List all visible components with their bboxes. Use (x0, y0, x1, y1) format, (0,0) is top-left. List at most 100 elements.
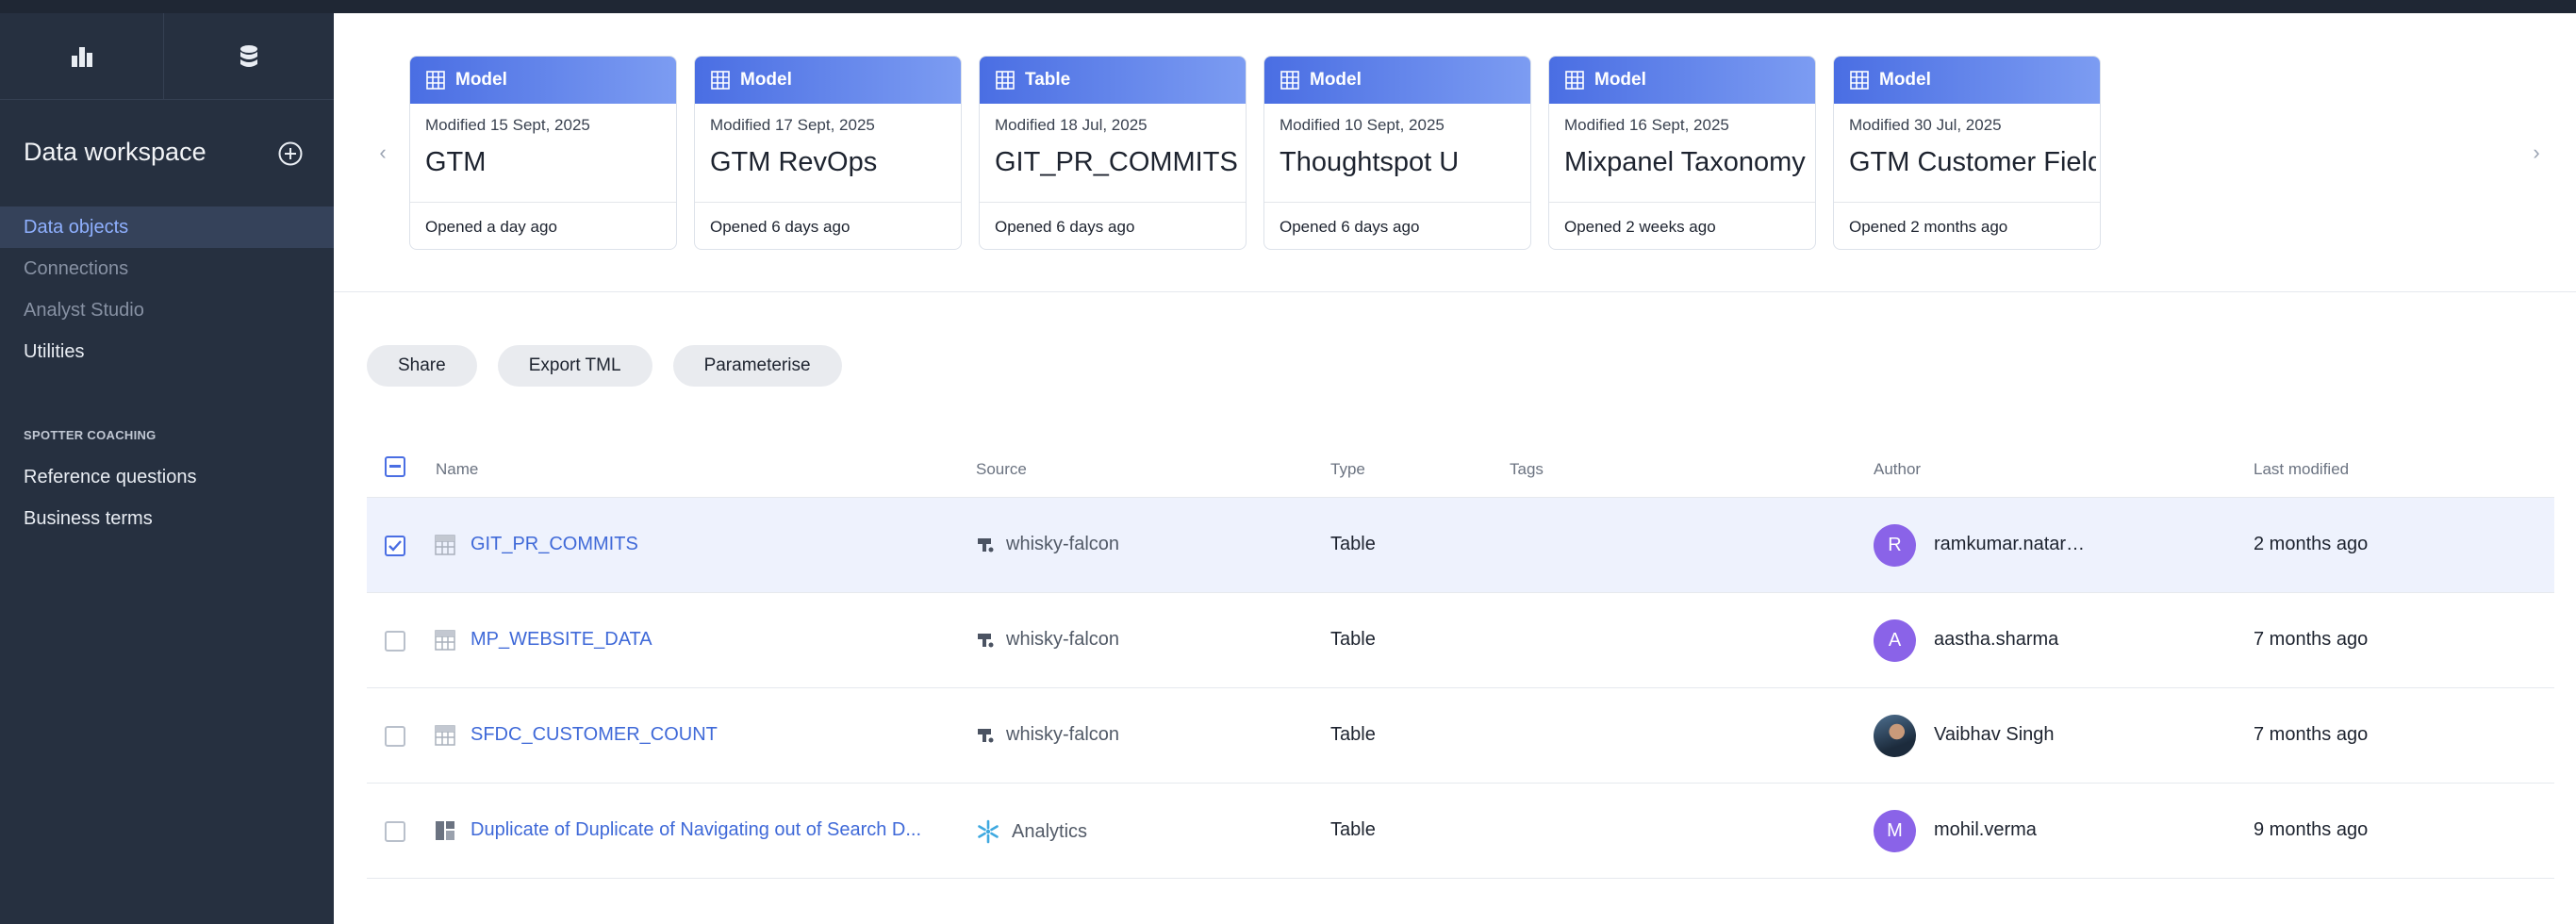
grid-icon (711, 71, 730, 90)
table-header: Name Source Type Tags Author Last modifi… (367, 437, 2554, 498)
card-header: Model (1264, 57, 1530, 104)
sidebar-item-data-objects[interactable]: Data objects (0, 206, 334, 248)
sidebar-item-utilities[interactable]: Utilities (0, 331, 334, 372)
chevron-right-icon[interactable]: › (2523, 140, 2550, 166)
sidebar-item-connections[interactable]: Connections (0, 248, 334, 289)
card-header: Model (695, 57, 961, 104)
table-icon (435, 630, 455, 651)
add-icon[interactable] (277, 140, 304, 167)
share-button[interactable]: Share (367, 345, 477, 387)
object-name-link[interactable]: MP_WEBSITE_DATA (471, 629, 652, 651)
grid-icon (1280, 71, 1299, 90)
card-type: Model (455, 70, 507, 90)
card-header: Model (1549, 57, 1815, 104)
avatar: M (1874, 810, 1916, 852)
source-cell: Analytics (976, 819, 1087, 844)
column-header-tags[interactable]: Tags (1510, 460, 1544, 479)
sidebar-item-reference-questions[interactable]: Reference questions (0, 456, 334, 498)
source-name: whisky-falcon (1006, 724, 1120, 745)
avatar (1874, 715, 1916, 757)
recent-card[interactable]: Model Modified 30 Jul, 2025 GTM Customer… (1833, 56, 2101, 250)
card-name: GTM (425, 147, 487, 177)
card-type: Model (1310, 70, 1362, 90)
sidebar-icon-row (0, 13, 334, 100)
database-icon[interactable] (163, 13, 334, 100)
card-opened: Opened 6 days ago (1264, 202, 1530, 249)
type-cell: Table (1330, 724, 1376, 745)
card-name: GTM RevOps (710, 147, 878, 177)
column-header-source[interactable]: Source (976, 460, 1027, 479)
object-name-link[interactable]: GIT_PR_COMMITS (471, 534, 638, 555)
column-header-author[interactable]: Author (1874, 460, 1921, 479)
top-bar (0, 0, 2576, 13)
card-opened: Opened a day ago (410, 202, 676, 249)
chevron-left-icon[interactable]: ‹ (370, 140, 396, 166)
column-header-last-modified[interactable]: Last modified (2254, 460, 2349, 479)
author-name: aastha.sharma (1934, 629, 2059, 650)
recent-objects-carousel: ‹ Model Modified 15 Sept, 2025 GTM Opene… (334, 13, 2576, 292)
select-all-checkbox[interactable] (385, 456, 405, 477)
card-type: Table (1025, 70, 1071, 90)
recent-card[interactable]: Table Modified 18 Jul, 2025 GIT_PR_COMMI… (979, 56, 1247, 250)
section-label-spotter-coaching: SPOTTER COACHING (24, 428, 157, 442)
card-modified: Modified 10 Sept, 2025 (1280, 116, 1445, 134)
author-name: mohil.verma (1934, 819, 2037, 840)
bar-chart-icon[interactable] (0, 13, 163, 100)
card-header: Table (980, 57, 1246, 104)
author-name: Vaibhav Singh (1934, 724, 2055, 745)
card-opened: Opened 2 months ago (1834, 202, 2100, 249)
type-cell: Table (1330, 534, 1376, 554)
row-checkbox[interactable] (385, 821, 405, 842)
snowflake-icon (976, 819, 1000, 844)
liveboard-icon (436, 821, 454, 840)
parameterise-button[interactable]: Parameterise (672, 345, 842, 387)
export-tml-button[interactable]: Export TML (497, 345, 652, 387)
recent-card[interactable]: Model Modified 16 Sept, 2025 Mixpanel Ta… (1548, 56, 1816, 250)
last-modified: 9 months ago (2254, 819, 2369, 840)
card-name: Thoughtspot U (1280, 147, 1460, 177)
table-row[interactable]: SFDC_CUSTOMER_COUNT whisky-falcon Table … (367, 688, 2554, 784)
card-modified: Modified 15 Sept, 2025 (425, 116, 590, 134)
card-header: Model (1834, 57, 2100, 104)
column-header-type[interactable]: Type (1330, 460, 1365, 479)
data-objects-table: Name Source Type Tags Author Last modifi… (367, 437, 2554, 879)
avatar: A (1874, 619, 1916, 662)
last-modified: 7 months ago (2254, 724, 2369, 745)
table-row[interactable]: GIT_PR_COMMITS whisky-falcon Table R ram… (367, 498, 2554, 593)
type-cell: Table (1330, 819, 1376, 840)
table-icon (435, 725, 455, 746)
sidebar-item-business-terms[interactable]: Business terms (0, 498, 334, 539)
row-checkbox[interactable] (385, 726, 405, 747)
last-modified: 2 months ago (2254, 534, 2369, 554)
grid-icon (996, 71, 1015, 90)
table-row[interactable]: Duplicate of Duplicate of Navigating out… (367, 784, 2554, 879)
source-name: whisky-falcon (1006, 534, 1120, 554)
recent-card[interactable]: Model Modified 15 Sept, 2025 GTM Opened … (409, 56, 677, 250)
sidebar-nav: Data objects Connections Analyst Studio … (0, 206, 334, 372)
card-modified: Modified 18 Jul, 2025 (995, 116, 1148, 134)
table-row[interactable]: MP_WEBSITE_DATA whisky-falcon Table A aa… (367, 593, 2554, 688)
connection-icon (976, 726, 995, 745)
object-name-link[interactable]: Duplicate of Duplicate of Navigating out… (471, 819, 921, 841)
object-name-link[interactable]: SFDC_CUSTOMER_COUNT (471, 724, 718, 746)
card-type: Model (740, 70, 792, 90)
source-cell: whisky-falcon (976, 534, 1119, 555)
card-opened: Opened 6 days ago (980, 202, 1246, 249)
column-header-name[interactable]: Name (436, 460, 478, 479)
card-header: Model (410, 57, 676, 104)
workspace-title: Data workspace (24, 138, 206, 166)
type-cell: Table (1330, 629, 1376, 650)
sidebar-item-analyst-studio[interactable]: Analyst Studio (0, 289, 334, 331)
row-checkbox[interactable] (385, 631, 405, 652)
avatar: R (1874, 524, 1916, 567)
recent-card[interactable]: Model Modified 10 Sept, 2025 Thoughtspot… (1263, 56, 1531, 250)
source-name: Analytics (1012, 820, 1088, 842)
recent-card[interactable]: Model Modified 17 Sept, 2025 GTM RevOps … (694, 56, 962, 250)
last-modified: 7 months ago (2254, 629, 2369, 650)
row-checkbox[interactable] (385, 536, 405, 556)
table-icon (435, 535, 455, 555)
sidebar: Data workspace Data objects Connections … (0, 13, 334, 924)
main-content: ‹ Model Modified 15 Sept, 2025 GTM Opene… (334, 13, 2576, 924)
sidebar-coaching-nav: Reference questions Business terms (0, 456, 334, 539)
connection-icon (976, 536, 995, 554)
